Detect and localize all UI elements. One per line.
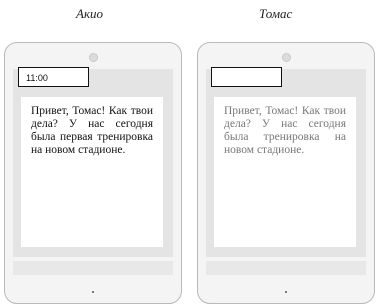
receiver-name-thomas: Томас xyxy=(259,6,293,21)
time-display xyxy=(211,67,282,87)
phone-akio: 11:00 Привет, Томас! Как твои дела? У на… xyxy=(4,42,182,304)
camera-icon xyxy=(89,53,98,62)
bottom-bar xyxy=(13,261,173,275)
phone-screen: 11:00 Привет, Томас! Как твои дела? У на… xyxy=(13,67,173,257)
home-button-icon[interactable] xyxy=(285,291,287,293)
sender-name-akio: Акио xyxy=(76,6,104,21)
home-button-icon[interactable] xyxy=(92,291,94,293)
message-text: Привет, Томас! Как твои дела? У нас сего… xyxy=(31,105,153,156)
camera-icon xyxy=(282,53,291,62)
message-text: Привет, Томас! Как твои дела? У нас сего… xyxy=(224,105,346,156)
bottom-bar xyxy=(206,261,366,275)
phone-screen: Привет, Томас! Как твои дела? У нас сего… xyxy=(206,67,366,257)
message-bubble: Привет, Томас! Как твои дела? У нас сего… xyxy=(21,97,163,247)
phone-thomas: Привет, Томас! Как твои дела? У нас сего… xyxy=(197,42,375,304)
time-display: 11:00 xyxy=(18,67,89,87)
message-bubble: Привет, Томас! Как твои дела? У нас сего… xyxy=(214,97,356,247)
